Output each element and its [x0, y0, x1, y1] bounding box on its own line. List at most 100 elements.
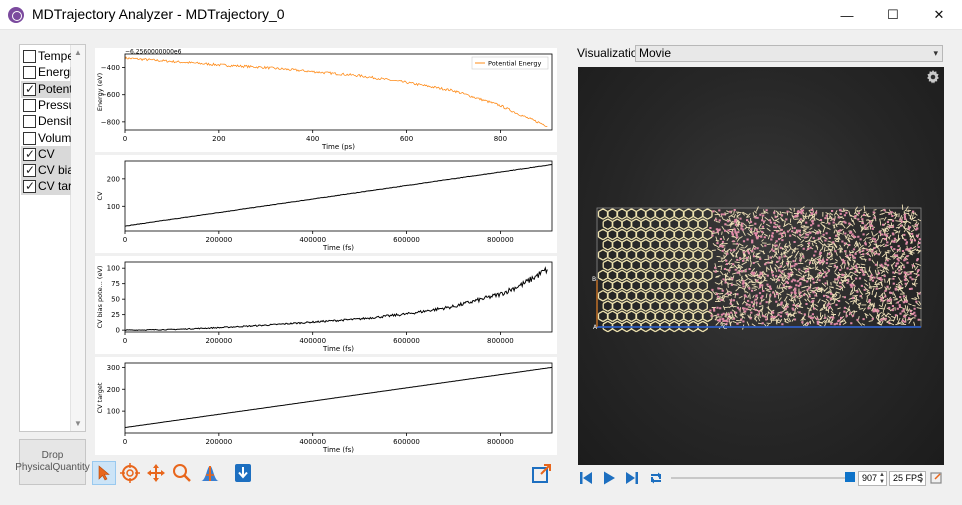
x-tick-label: 600000 — [393, 236, 420, 244]
drop-button-line2: PhysicalQuantity — [15, 462, 90, 473]
x-tick-label: 200000 — [205, 236, 232, 244]
cv-bias-plot[interactable]: 0 200000 400000 600000 800000 100 75 50 25 0 Time … — [95, 256, 557, 354]
fps-spinbox[interactable]: 25 FPS ▲ ▼ — [889, 471, 926, 486]
physical-quantity-list[interactable]: ▲ ▼ Temper EnergiePotentiaPressur DensityV… — [19, 44, 86, 432]
quantity-checkbox[interactable] — [23, 178, 36, 195]
quantity-checkbox[interactable] — [23, 66, 36, 80]
select-arrow-icon[interactable] — [92, 461, 116, 485]
x-tick-label: 200 — [212, 135, 225, 143]
quantity-item[interactable]: Energie — [21, 64, 71, 81]
minimize-button[interactable]: — — [824, 0, 870, 30]
x-axis-label: Time (fs) — [322, 244, 354, 252]
x-tick-label: 200000 — [205, 438, 232, 446]
y-axis-label: CV bias pote... (eV) — [96, 266, 104, 329]
drop-button-line1: Drop — [41, 450, 64, 461]
chevron-down-icon: ▾ — [933, 48, 938, 58]
y-tick-label: 75 — [111, 280, 120, 288]
quantity-label: Temper — [38, 49, 71, 63]
x-tick-label: 800000 — [487, 337, 514, 345]
y-tick-label: 100 — [107, 408, 120, 416]
close-button[interactable]: ✕ — [916, 0, 962, 30]
axis-c-label: C — [723, 324, 727, 331]
x-axis-label: Time (fs) — [322, 446, 354, 454]
quantity-checkbox[interactable] — [23, 81, 36, 98]
y-tick-label: 100 — [107, 203, 120, 211]
visualization-mode-select[interactable]: Movie ▾ — [635, 45, 943, 62]
skip-to-start-icon[interactable] — [578, 470, 594, 486]
move-arrows-icon[interactable] — [144, 461, 168, 485]
gear-icon[interactable] — [926, 70, 940, 84]
quantity-item[interactable]: CV — [21, 145, 71, 163]
visualization-mode-value: Movie — [639, 46, 672, 60]
quantity-label: Potentia — [38, 81, 71, 96]
x-tick-label: 0 — [123, 236, 127, 244]
y-tick-label: 50 — [111, 296, 120, 304]
title-bar: MDTrajectory Analyzer - MDTrajectory_0 —… — [0, 0, 962, 30]
quantity-label: Pressur — [38, 97, 71, 112]
frame-spinbox[interactable]: 907 ▲ ▼ — [858, 471, 887, 486]
target-crosshair-icon[interactable] — [118, 461, 142, 485]
hydrogen-atoms — [709, 209, 921, 326]
quantity-item[interactable]: Potentia — [21, 80, 71, 98]
quantity-checkbox[interactable] — [23, 50, 36, 63]
drop-physical-quantity-button[interactable]: Drop PhysicalQuantity — [15, 439, 90, 485]
x-tick-label: 400000 — [299, 337, 326, 345]
quantity-checkbox[interactable] — [23, 98, 36, 112]
loop-icon[interactable] — [648, 470, 664, 486]
y-tick-label: 100 — [107, 265, 120, 273]
spin-arrows-icon[interactable]: ▲ ▼ — [879, 472, 885, 485]
frame-slider-handle[interactable] — [845, 472, 855, 482]
quantity-checkbox[interactable] — [23, 162, 36, 179]
x-tick-label: 400 — [306, 135, 319, 143]
skip-to-end-icon[interactable] — [624, 470, 640, 486]
download-icon[interactable] — [231, 461, 255, 485]
x-tick-label: 600 — [400, 135, 413, 143]
cv-plot[interactable]: 0 200000 400000 600000 800000 200 100 Time (fs)… — [95, 155, 557, 253]
peak-icon[interactable] — [198, 461, 222, 485]
quantity-checkbox[interactable] — [23, 146, 36, 163]
maximize-button[interactable]: ☐ — [870, 0, 916, 30]
scroll-up-icon[interactable]: ▲ — [74, 48, 82, 57]
x-tick-label: 200000 — [205, 337, 232, 345]
quantity-item[interactable]: Pressur — [21, 97, 71, 114]
quantity-checkbox[interactable] — [23, 131, 36, 145]
x-axis-label: Time (ps) — [321, 143, 355, 151]
quantity-label: CV — [38, 146, 55, 161]
legend-label: Potential Energy — [488, 60, 541, 68]
zoom-magnifier-icon[interactable] — [170, 461, 194, 485]
frame-slider-track[interactable] — [671, 477, 849, 479]
quantity-item[interactable]: CV bias — [21, 162, 71, 180]
y-tick-label: 0 — [116, 327, 120, 335]
series-line — [124, 164, 552, 227]
series-line — [124, 366, 553, 428]
quantity-item[interactable]: Volume — [21, 130, 71, 147]
y-tick-label: 25 — [111, 311, 120, 319]
y-tick-label: 300 — [107, 364, 120, 372]
x-tick-label: 600000 — [393, 337, 420, 345]
y-tick-label: −400 — [101, 64, 120, 72]
quantity-item[interactable]: Temper — [21, 48, 71, 65]
series-line — [124, 266, 548, 331]
export-movie-icon[interactable] — [930, 472, 942, 484]
quantity-label: Volume — [38, 130, 71, 145]
quantity-item[interactable]: CV targ — [21, 178, 71, 196]
x-tick-label: 800 — [494, 135, 507, 143]
quantity-label: CV bias — [38, 163, 71, 178]
y-axis-label: CV target — [96, 382, 104, 413]
x-tick-label: 0 — [123, 337, 127, 345]
open-external-icon[interactable] — [530, 461, 554, 485]
quantity-checkbox[interactable] — [23, 115, 36, 129]
app-logo-icon — [8, 7, 24, 23]
quantity-list-scrollbar[interactable]: ▲ ▼ — [70, 45, 85, 431]
structure-viewer[interactable]: ABC — [578, 67, 944, 465]
x-tick-label: 400000 — [299, 236, 326, 244]
energy-plot[interactable]: 0 200 400 600 800 −400 −600 −800 Time (ps) Energy… — [95, 48, 557, 152]
spin-arrows-icon[interactable]: ▲ ▼ — [918, 472, 924, 485]
quantity-item[interactable]: Density — [21, 113, 71, 130]
scroll-down-icon[interactable]: ▼ — [74, 419, 82, 428]
app-window: MDTrajectory Analyzer - MDTrajectory_0 —… — [0, 0, 962, 505]
cv-target-plot[interactable]: 0 200000 400000 600000 800000 300 200 100 Time (… — [95, 357, 557, 455]
window-title: MDTrajectory Analyzer - MDTrajectory_0 — [32, 6, 285, 22]
play-icon[interactable] — [601, 470, 617, 486]
y-tick-label: −800 — [101, 118, 120, 126]
